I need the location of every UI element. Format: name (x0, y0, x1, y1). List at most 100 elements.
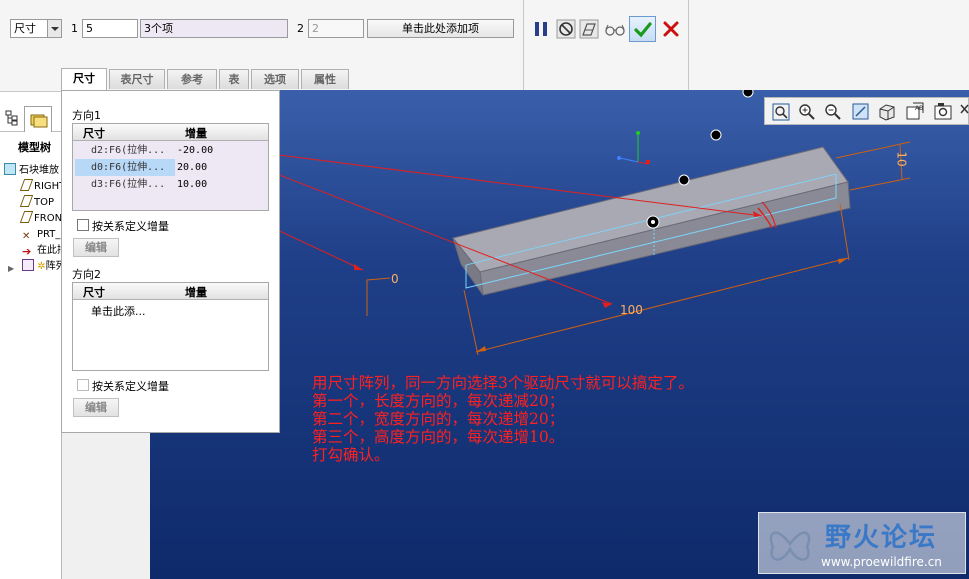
insert-arrow-icon: ➔ (22, 245, 32, 258)
csys-icon: ✕ (22, 231, 31, 242)
datum-plane-icon (19, 211, 34, 223)
column-dimension: 尺寸 (83, 286, 105, 299)
watermark-title: 野火论坛 (825, 523, 938, 553)
tab-options[interactable]: 选项 (251, 69, 299, 89)
table-row-selected[interactable]: d0:F6(拉伸... 20.00 (73, 159, 268, 176)
dimension-cell: d3:F6(拉伸... (91, 179, 166, 190)
tree-item-label: 石块堆放 (19, 165, 59, 176)
leader-arrow (354, 264, 363, 270)
datum-display-icon[interactable] (958, 101, 969, 123)
drag-handle (742, 90, 754, 98)
column-increment: 增量 (185, 127, 207, 140)
increment-cell[interactable]: 20.00 (177, 159, 207, 176)
dimensions-panel: 方向1 尺寸 增量 d2:F6(拉伸... -20.00 d0:F6(拉伸...… (61, 90, 280, 433)
direction1-relation-checkbox[interactable] (77, 219, 89, 231)
display-style-icon[interactable] (876, 101, 898, 123)
direction2-add-items-button[interactable]: 单击此处添加项 (367, 19, 514, 38)
tree-item-pattern[interactable]: ▶ ✲阵列 (8, 259, 66, 275)
verify-glasses-icon[interactable] (604, 19, 626, 39)
direction1-count-input[interactable]: 5 (82, 19, 138, 38)
forum-watermark: 野火论坛 www.proewildfire.cn (758, 512, 966, 574)
tab-dimensions[interactable]: 尺寸 (61, 68, 107, 90)
annotation-note: 用尺寸阵列，同一方向选择3个驱动尺寸就可以搞定了。 第一个，长度方向的，每次递减… (312, 374, 694, 464)
saved-views-icon[interactable]: AB (904, 101, 926, 123)
extension-line (839, 203, 850, 261)
folder-browser-tab[interactable] (24, 106, 52, 132)
part-icon (4, 163, 16, 175)
drag-handle-center (651, 220, 655, 224)
tab-label: 选项 (264, 73, 286, 86)
chevron-down-icon (47, 20, 61, 37)
refit-icon[interactable] (770, 101, 792, 123)
divider (688, 0, 689, 92)
pause-icon[interactable] (531, 19, 551, 39)
folder-icon (30, 114, 48, 128)
direction2-label: 2 (297, 22, 304, 35)
dimension-cell: d2:F6(拉伸... (91, 145, 166, 156)
cancel-x-icon[interactable] (661, 19, 681, 39)
model-tree-title: 模型树 (18, 141, 51, 154)
dimension-cell: d0:F6(拉伸... (75, 159, 175, 176)
table-row[interactable]: d2:F6(拉伸... -20.00 (73, 142, 268, 159)
divider (523, 0, 524, 92)
tab-table-dimensions[interactable]: 表尺寸 (109, 69, 165, 89)
drag-handle (678, 174, 690, 186)
model-tree-tab-icon[interactable] (5, 110, 19, 126)
tab-tables[interactable]: 表 (219, 69, 249, 89)
dimension-line-width (366, 277, 391, 316)
annotation-line: 第一个，长度方向的，每次递减20； (312, 392, 565, 410)
confirm-button[interactable] (629, 16, 656, 42)
direction1-edit-button[interactable]: 编辑 (73, 238, 119, 257)
expand-triangle-icon[interactable]: ▶ (8, 261, 16, 273)
pattern-type-value: 尺寸 (14, 22, 36, 35)
view-toolbar: AB (764, 97, 969, 125)
direction2-table[interactable]: 尺寸 增量 单击此添... (72, 282, 269, 371)
butterfly-logo-icon (769, 531, 811, 561)
tree-item-root[interactable]: 石块堆放 (4, 163, 59, 179)
direction1-table[interactable]: 尺寸 增量 d2:F6(拉伸... -20.00 d0:F6(拉伸... 20.… (72, 123, 269, 211)
tree-item-label: TOP (34, 197, 55, 208)
annotation-line: 用尺寸阵列，同一方向选择3个驱动尺寸就可以搞定了。 (312, 374, 694, 392)
tab-label: 参考 (181, 73, 203, 86)
zoom-in-icon[interactable] (796, 101, 818, 123)
annotation-line: 第二个，宽度方向的，每次递增20； (312, 410, 565, 428)
datum-plane-icon (19, 195, 34, 207)
pattern-type-select[interactable]: 尺寸 (10, 19, 62, 38)
increment-cell[interactable]: 10.00 (177, 176, 207, 193)
tree-item-top[interactable]: TOP (19, 195, 55, 211)
table-row[interactable]: d3:F6(拉伸... 10.00 (73, 176, 268, 193)
zoom-out-icon[interactable] (822, 101, 844, 123)
svg-text:AB: AB (915, 105, 923, 112)
direction2-relation-checkbox[interactable] (77, 379, 89, 391)
checkmark-icon (634, 22, 652, 38)
direction1-title: 方向1 (72, 109, 101, 122)
direction2-count-input[interactable]: 2 (308, 19, 364, 38)
dimension-width-label[interactable]: 0 (391, 272, 399, 286)
tree-item-right[interactable]: RIGHT (19, 179, 65, 195)
dimension-height-label[interactable]: 10 (895, 151, 909, 166)
direction1-items-field[interactable]: 3个项 (140, 19, 288, 38)
direction2-title: 方向2 (72, 268, 101, 281)
no-preview-icon[interactable] (556, 19, 576, 39)
repaint-icon[interactable] (850, 101, 872, 123)
x-axis (619, 157, 639, 163)
view-manager-icon[interactable] (932, 101, 954, 123)
column-increment: 增量 (185, 286, 207, 299)
direction2-edit-button[interactable]: 编辑 (73, 398, 119, 417)
dimension-length-label[interactable]: 100 (620, 303, 643, 317)
direction1-label: 1 (71, 22, 78, 35)
y-axis-tip (636, 131, 640, 135)
z-axis-tip (646, 160, 650, 164)
navigator-tabs (0, 104, 62, 132)
tab-references[interactable]: 参考 (167, 69, 217, 89)
extension-line (463, 289, 479, 356)
increment-cell[interactable]: -20.00 (177, 142, 213, 159)
tab-properties[interactable]: 属性 (301, 69, 349, 89)
table-header: 尺寸 增量 (73, 283, 268, 300)
geometry-preview-icon[interactable] (579, 19, 599, 39)
direction2-relation-label: 按关系定义增量 (92, 380, 169, 393)
direction2-add-placeholder[interactable]: 单击此添... (91, 303, 146, 319)
direction1-relation-label: 按关系定义增量 (92, 220, 169, 233)
tab-label: 表尺寸 (120, 73, 154, 86)
drag-handle (710, 129, 722, 141)
